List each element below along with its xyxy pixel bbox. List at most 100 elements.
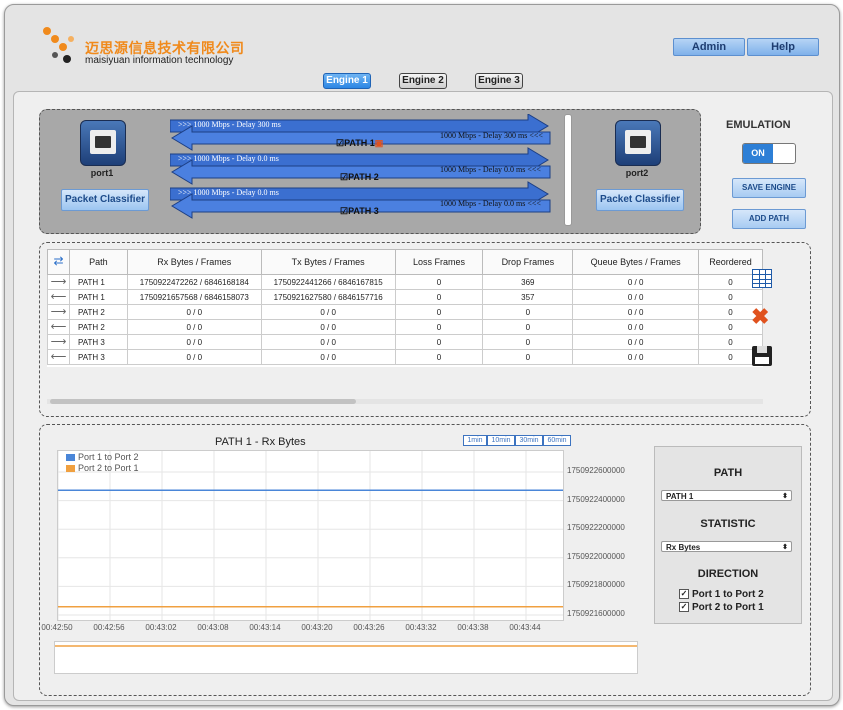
line-chart [57,451,563,620]
table-cell: PATH 3 [68,349,128,365]
table-row[interactable]: ⟶ PATH 30 / 00 / 0000 / 00 [47,334,763,350]
path1-forward-label: >>> 1000 Mbps - Delay 300 ms [178,120,281,129]
range-30min-button[interactable]: 30min [515,435,543,446]
table-row[interactable]: ⟶ PATH 20 / 00 / 0000 / 00 [47,304,763,320]
path2-label[interactable]: ☑PATH 2 [340,172,379,183]
path-select[interactable]: PATH 1 ⬍ [661,490,792,501]
table-cell: 0 / 0 [260,334,396,350]
table-cell: 0 / 0 [572,349,700,365]
direction-header[interactable]: ⇄ [47,249,70,275]
stats-horizontal-scrollbar[interactable] [47,399,763,404]
column-header[interactable]: Queue Bytes / Frames [572,249,700,275]
table-cell: PATH 3 [68,334,128,350]
table-cell: 0 [394,274,484,290]
direction-cell: ⟵ [47,319,70,335]
table-cell: PATH 2 [68,319,128,335]
path2-checkbox-icon[interactable]: ☑ [340,172,348,182]
swap-direction-icon[interactable]: ⇄ [53,254,63,268]
range-1min-button[interactable]: 1min [463,435,487,446]
column-header[interactable]: Drop Frames [482,249,574,275]
chart-title: PATH 1 - Rx Bytes [215,436,306,448]
arrow-right-icon: ⟶ [50,276,67,288]
column-header[interactable]: Tx Bytes / Frames [260,249,396,275]
table-cell: 0 / 0 [126,319,262,335]
help-button[interactable]: Help [747,38,819,56]
path3-checkbox-icon[interactable]: ☑ [340,206,348,216]
packet-classifier-button-port2[interactable]: Packet Classifier [596,189,684,211]
direction-cell: ⟶ [47,334,70,350]
checkbox-checked-icon[interactable]: ✓ [679,602,689,613]
table-row[interactable]: ⟵ PATH 30 / 00 / 0000 / 00 [47,349,763,365]
stats-area: ⇄ Path Rx Bytes / Frames Tx Bytes / Fram… [39,242,811,417]
y-tick-label: 1750922400000 [567,494,625,504]
path1-edit-icon[interactable]: ▣ [375,138,384,148]
table-row[interactable]: ⟶ PATH 1 1750922472262 / 6846168184 1750922… [47,274,763,290]
y-tick-label: 1750921800000 [567,580,625,590]
stats-table: ⇄ Path Rx Bytes / Frames Tx Bytes / Fram… [47,249,763,365]
x-tick-label: 00:43:20 [301,623,333,632]
legend-item-series-2[interactable]: Port 2 to Port 1 [66,463,139,473]
chart-plot[interactable]: Port 1 to Port 2 Port 2 to Port 1 [57,450,564,621]
save-engine-button[interactable]: SAVE ENGINE [732,178,806,198]
navigator-series [55,645,637,647]
x-tick-label: 00:42:56 [93,623,125,632]
y-tick-label: 1750922600000 [567,466,625,475]
x-tick-label: 00:43:32 [405,623,437,632]
legend-label: Port 2 to Port 1 [78,463,139,473]
statistic-select[interactable]: Rx Bytes ⬍ [661,541,792,552]
table-cell: 0 / 0 [260,304,396,320]
column-header[interactable]: Loss Frames [394,249,484,275]
path1-checkbox-icon[interactable]: ☑ [336,138,344,148]
save-icon[interactable] [752,346,772,366]
chart-controls-panel: PATH PATH 1 ⬍ STATISTIC Rx Bytes ⬍ DIRECTI… [654,446,802,624]
company-logo: 迈思源信息技术有限公司 maisiyuan information techno… [41,25,281,75]
y-tick-label: 1750922200000 [567,523,625,533]
table-cell: 0 / 0 [126,304,262,320]
table-row[interactable]: ⟵ PATH 1 1750921657568 / 6846158073 1750921… [47,289,763,305]
port2-icon[interactable] [615,120,661,166]
table-cell: 0 [482,319,574,335]
direction-cell: ⟵ [47,349,70,365]
port1-icon[interactable] [80,120,126,166]
table-row[interactable]: ⟵ PATH 20 / 00 / 0000 / 00 [47,319,763,335]
path1-reverse-label: 1000 Mbps - Delay 300 ms <<< [440,131,543,140]
path2-reverse-label: 1000 Mbps - Delay 0.0 ms <<< [440,165,541,174]
direction-port2-to-port1[interactable]: ✓ Port 2 to Port 1 [679,602,764,613]
engine-panel: port1 Packet Classifier port2 Packet Cla… [13,91,833,701]
path3-label[interactable]: ☑PATH 3 [340,206,379,217]
checkbox-checked-icon[interactable]: ✓ [679,589,689,600]
column-header[interactable]: Path [68,249,128,275]
tab-engine-1[interactable]: Engine 1 [323,73,371,89]
legend-item-series-1[interactable]: Port 1 to Port 2 [66,452,139,462]
table-cell: 0 / 0 [126,349,262,365]
legend-swatch [66,465,75,473]
topology-scrollbar[interactable] [564,114,572,226]
arrow-right-icon: ⟶ [50,336,67,348]
table-cell: 1750921627580 / 6846157716 [260,289,396,305]
x-tick-label: 00:43:26 [353,623,385,632]
x-tick-label: 00:43:44 [509,623,541,632]
table-cell: 0 / 0 [572,334,700,350]
column-header[interactable]: Rx Bytes / Frames [126,249,262,275]
path3-reverse-label: 1000 Mbps - Delay 0.0 ms <<< [440,199,541,208]
admin-button[interactable]: Admin [673,38,745,56]
tab-engine-2[interactable]: Engine 2 [399,73,447,89]
direction-cell: ⟶ [47,304,70,320]
tab-engine-3[interactable]: Engine 3 [475,73,523,89]
direction-port1-to-port2[interactable]: ✓ Port 1 to Port 2 [679,589,764,600]
range-60min-button[interactable]: 60min [543,435,571,446]
table-cell: 0 [482,304,574,320]
path3-forward-label: >>> 1000 Mbps - Delay 0.0 ms [178,188,279,197]
scroll-thumb[interactable] [50,399,356,404]
path1-label[interactable]: ☑PATH 1▣ [336,138,383,149]
range-10min-button[interactable]: 10min [487,435,515,446]
table-cell: 369 [482,274,574,290]
table-cell: 0 / 0 [572,289,700,305]
chart-navigator[interactable] [54,641,638,674]
emulation-toggle[interactable]: ON [742,143,796,164]
clear-stats-icon[interactable]: ✖ [751,306,769,328]
packet-classifier-button-port1[interactable]: Packet Classifier [61,189,149,211]
add-path-button[interactable]: ADD PATH [732,209,806,229]
table-cell: 1750922441266 / 6846167815 [260,274,396,290]
table-view-icon[interactable] [752,269,772,288]
